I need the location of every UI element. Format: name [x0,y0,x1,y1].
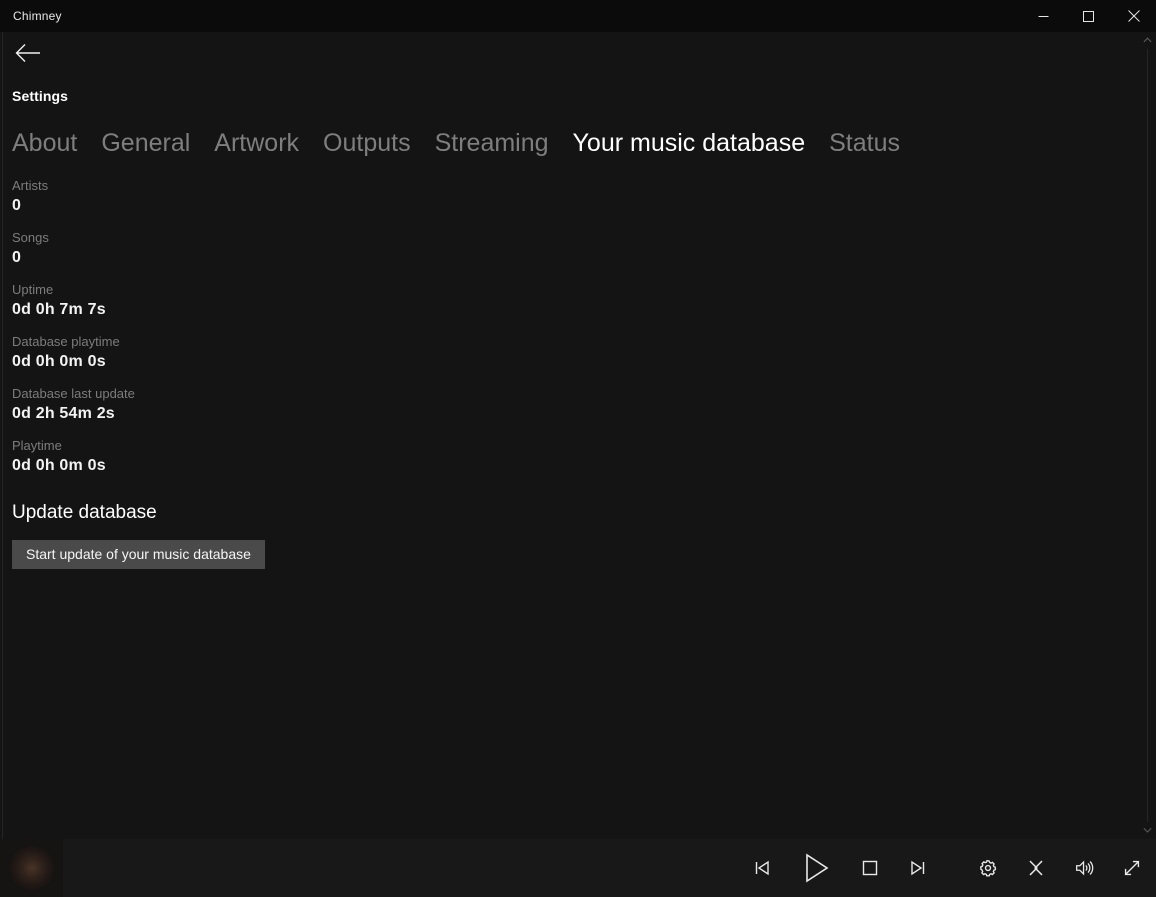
tab-your-music-database[interactable]: Your music database [573,131,806,156]
gear-icon [977,857,999,879]
album-art-image [9,846,54,890]
window-title: Chimney [13,9,62,23]
stat-value: 0 [12,197,22,214]
stat-value: 0d 2h 54m 2s [12,405,115,422]
start-update-button[interactable]: Start update of your music database [12,540,265,569]
stat-label: Songs [12,230,49,245]
play-icon [801,852,831,884]
tab-outputs[interactable]: Outputs [323,131,411,156]
back-button[interactable] [12,40,46,70]
stat-database-last-update: Database last update 0d 2h 54m 2s [12,386,1156,424]
volume-icon [1073,857,1095,879]
stat-label: Database playtime [12,334,120,349]
stat-artists: Artists 0 [12,178,1156,216]
arrow-left-icon [15,43,41,68]
stat-label: Playtime [12,438,62,453]
play-button[interactable] [786,839,846,897]
title-bar: Chimney [0,0,1156,32]
tab-artwork[interactable]: Artwork [214,131,299,156]
settings-tabs: About General Artwork Outputs Streaming … [12,122,1156,156]
stat-value: 0d 0h 0m 0s [12,353,106,370]
previous-button[interactable] [738,839,786,897]
volume-button[interactable] [1060,839,1108,897]
crossfade-icon [1025,857,1047,879]
scroll-up-button[interactable] [1139,32,1156,49]
stat-playtime: Playtime 0d 0h 0m 0s [12,438,1156,476]
player-bar [0,839,1156,897]
page-title: Settings [12,88,69,104]
window-body: Settings About General Artwork Outputs S… [0,32,1156,839]
next-button[interactable] [894,839,942,897]
scroll-down-button[interactable] [1139,822,1156,839]
back-row [12,32,1156,78]
scrollbar-track[interactable] [1147,49,1148,822]
stat-value: 0d 0h 7m 7s [12,301,106,318]
stat-value: 0d 0h 0m 0s [12,457,106,474]
maximize-button[interactable] [1066,0,1111,32]
minimize-icon [1038,11,1049,22]
settings-button[interactable] [964,839,1012,897]
skip-next-icon [908,858,928,878]
tab-general[interactable]: General [101,131,190,156]
player-controls [738,839,1156,897]
maximize-icon [1083,10,1094,22]
stat-songs: Songs 0 [12,230,1156,268]
chevron-up-icon [1143,36,1152,45]
close-button[interactable] [1111,0,1156,32]
stat-label: Uptime [12,282,54,297]
minimize-button[interactable] [1021,0,1066,32]
close-icon [1127,10,1140,22]
vertical-scrollbar[interactable] [1139,32,1156,839]
expand-icon [1121,857,1143,879]
fullscreen-button[interactable] [1108,839,1156,897]
stat-uptime: Uptime 0d 0h 7m 7s [12,282,1156,320]
chevron-down-icon [1143,827,1152,835]
stop-button[interactable] [846,839,894,897]
stat-value: 0 [12,249,22,266]
album-art-thumbnail[interactable] [0,839,63,897]
database-stats: Artists 0 Songs 0 Uptime 0d 0h 7m 7s Dat… [12,178,1156,476]
stat-label: Artists [12,178,49,193]
skip-previous-icon [752,858,772,878]
update-database-title: Update database [12,502,157,523]
stop-icon [859,857,881,879]
app-window: Chimney Settings About General Artwork O… [0,0,1156,897]
tab-streaming[interactable]: Streaming [435,131,549,156]
stat-label: Database last update [12,386,135,401]
tab-about[interactable]: About [12,131,77,156]
tab-status[interactable]: Status [829,131,900,156]
stat-database-playtime: Database playtime 0d 0h 0m 0s [12,334,1156,372]
settings-content: Settings About General Artwork Outputs S… [0,32,1156,839]
crossfade-button[interactable] [1012,839,1060,897]
